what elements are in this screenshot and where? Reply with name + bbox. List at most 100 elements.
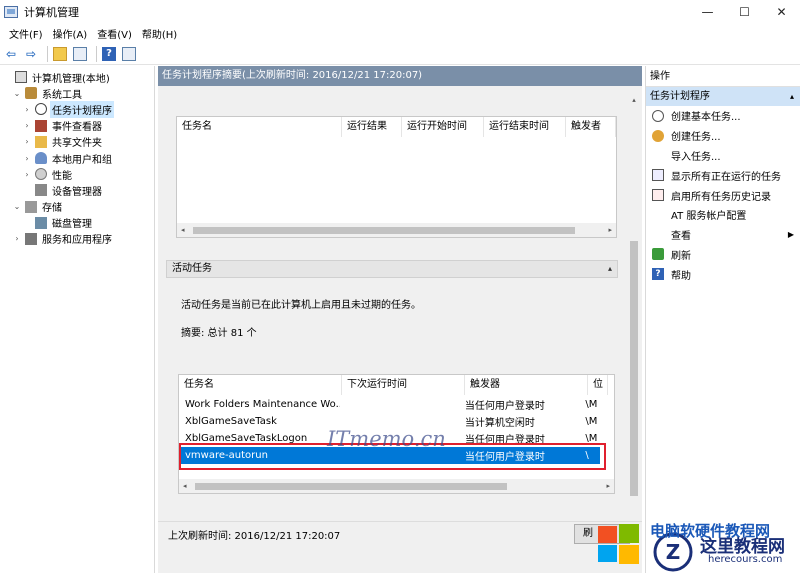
tree-item[interactable]: › 事件查看器 <box>0 118 154 134</box>
column-header-task-name[interactable]: 任务名 <box>179 374 342 395</box>
help-icon[interactable]: ? <box>101 46 117 62</box>
tools-icon <box>25 87 37 100</box>
menu-view[interactable]: 查看(V) <box>92 26 137 41</box>
column-header-trigger[interactable]: 触发器 <box>465 374 588 395</box>
back-arrow-icon[interactable]: ⇦ <box>3 46 19 62</box>
action-item[interactable]: 显示所有正在运行的任务 <box>646 165 800 185</box>
action-item[interactable]: 创建基本任务... <box>646 106 800 126</box>
tree-item[interactable]: 设备管理器 <box>0 182 154 198</box>
tree-item[interactable]: ⌄ 系统工具 <box>0 85 154 101</box>
tree-item[interactable]: › 本地用户和组 <box>0 150 154 166</box>
table-cell-trigger: 当计算机空闲时 <box>464 418 535 429</box>
action-item[interactable]: 导入任务... <box>646 146 800 166</box>
table-row[interactable]: Work Folders Maintenance Wo... 当任何用户登录时 \M <box>180 396 600 413</box>
scroll-right-icon[interactable]: ▸ <box>608 223 612 237</box>
horizontal-scrollbar[interactable]: ◂ ▸ <box>177 223 616 237</box>
scroll-left-icon[interactable]: ◂ <box>183 479 187 493</box>
action-item[interactable]: ? 帮助 <box>646 264 800 284</box>
expand-chevron-icon[interactable]: ⌄ <box>12 202 22 211</box>
last-refresh-footer: 上次刷新时间: 2016/12/21 17:20:07 <box>158 521 642 551</box>
up-folder-icon[interactable] <box>52 46 68 62</box>
menu-help[interactable]: 帮助(H) <box>137 26 182 41</box>
tree-item[interactable]: 磁盘管理 <box>0 215 154 231</box>
device-manager-icon <box>35 184 47 197</box>
submenu-arrow-icon: ▶ <box>787 230 794 240</box>
close-button[interactable]: ✕ <box>763 0 800 24</box>
minimize-button[interactable]: — <box>689 0 726 24</box>
window-controls: — ☐ ✕ <box>689 0 800 24</box>
column-header-next-run[interactable]: 下次运行时间 <box>342 374 465 395</box>
watermark: ITmemo.cn <box>327 427 446 451</box>
forward-arrow-icon[interactable]: ⇨ <box>23 46 39 62</box>
refresh-icon <box>652 248 664 261</box>
table-cell-name: Work Folders Maintenance Wo... <box>185 399 340 410</box>
actions-section-header[interactable]: 任务计划程序 ▴ <box>646 87 800 106</box>
expand-chevron-icon[interactable]: › <box>22 170 32 179</box>
vertical-scrollbar[interactable]: ▴ <box>627 96 641 508</box>
menu-bar: 文件(F) 操作(A) 查看(V) 帮助(H) <box>0 24 800 43</box>
tree-item-label: 存储 <box>42 203 62 215</box>
scroll-left-icon[interactable]: ◂ <box>181 223 185 237</box>
active-tasks-description: 活动任务是当前已在此计算机上启用且未过期的任务。 <box>181 300 421 311</box>
last-refresh-text: 上次刷新时间: 2016/12/21 17:20:07 <box>168 531 341 542</box>
column-header-run-end[interactable]: 运行结束时间 <box>484 116 566 137</box>
icon-spacer <box>652 229 664 241</box>
scrollbar-thumb[interactable] <box>193 227 575 234</box>
expand-chevron-icon[interactable]: › <box>22 121 32 130</box>
tree-item-label: 磁盘管理 <box>52 219 92 231</box>
scrollbar-thumb[interactable] <box>195 483 507 490</box>
tree-item-label: 本地用户和组 <box>52 154 112 166</box>
scroll-right-icon[interactable]: ▸ <box>606 479 610 493</box>
column-header-run-start[interactable]: 运行开始时间 <box>402 116 484 137</box>
console-tree: 计算机管理(本地) ⌄ 系统工具 › 任务计划程序 › 事件查看器 › 共享文件夹 › 本地用户和组… <box>0 66 155 573</box>
event-viewer-icon <box>35 119 47 132</box>
tree-item[interactable]: › 性能 <box>0 166 154 182</box>
expand-chevron-icon[interactable]: › <box>12 234 22 243</box>
collapse-icon[interactable]: ▴ <box>608 261 612 277</box>
column-header-task-name[interactable]: 任务名 <box>177 116 342 137</box>
action-item[interactable]: 创建任务... <box>646 126 800 146</box>
expand-chevron-icon[interactable]: › <box>22 105 32 114</box>
column-header-triggered-by[interactable]: 触发者 <box>566 116 616 137</box>
horizontal-scrollbar[interactable]: ◂ ▸ <box>179 479 614 493</box>
action-pane-icon[interactable] <box>121 46 137 62</box>
action-item[interactable]: AT 服务帐户配置 <box>646 205 800 225</box>
shared-folder-icon <box>35 135 47 148</box>
menu-file[interactable]: 文件(F) <box>4 26 48 41</box>
action-item[interactable]: 刷新 <box>646 245 800 265</box>
column-header-location[interactable]: 位 <box>588 374 608 395</box>
tree-item[interactable]: › 服务和应用程序 <box>0 231 154 247</box>
collapse-icon[interactable]: ▴ <box>790 87 794 106</box>
table-cell-name: XblGameSaveTask <box>185 416 277 427</box>
icon-spacer <box>652 149 664 161</box>
scrollbar-thumb[interactable] <box>630 241 638 496</box>
action-item[interactable]: 查看 ▶ <box>646 225 800 245</box>
tree-item[interactable]: 计算机管理(本地) <box>0 69 154 85</box>
tree-item-label: 设备管理器 <box>52 186 102 198</box>
disk-icon <box>35 216 47 229</box>
window-title: 计算机管理 <box>24 6 79 19</box>
menu-action[interactable]: 操作(A) <box>48 26 93 41</box>
table-cell-trigger: 当任何用户登录时 <box>464 401 545 412</box>
active-tasks-section[interactable]: 活动任务 ▴ <box>166 260 618 278</box>
actions-pane: 操作 任务计划程序 ▴ 创建基本任务... 创建任务... 导入任务... 显示所有正… <box>645 66 800 573</box>
tree-item[interactable]: › 共享文件夹 <box>0 134 154 150</box>
expand-chevron-icon[interactable]: ⌄ <box>12 89 22 98</box>
expand-chevron-icon[interactable]: › <box>22 154 32 163</box>
action-item-label: 创建基本任务... <box>671 112 741 124</box>
performance-icon <box>35 168 47 181</box>
tree-item[interactable]: › 任务计划程序 <box>0 100 154 118</box>
expand-chevron-icon[interactable]: › <box>22 137 32 146</box>
tree-item-label: 共享文件夹 <box>52 138 102 150</box>
tree-item-label: 系统工具 <box>42 89 82 101</box>
action-item[interactable]: 启用所有任务历史记录 <box>646 185 800 205</box>
tree-item[interactable]: ⌄ 存储 <box>0 199 154 215</box>
scroll-up-icon[interactable]: ▴ <box>627 96 641 104</box>
active-tasks-summary: 摘要: 总计 81 个 <box>181 328 257 339</box>
table-cell-loc: \M <box>585 399 598 410</box>
column-header-run-result[interactable]: 运行结果 <box>342 116 402 137</box>
show-hide-tree-icon[interactable] <box>72 46 88 62</box>
maximize-button[interactable]: ☐ <box>726 0 763 24</box>
table-cell-loc: \M <box>585 416 598 427</box>
services-icon <box>25 232 37 245</box>
